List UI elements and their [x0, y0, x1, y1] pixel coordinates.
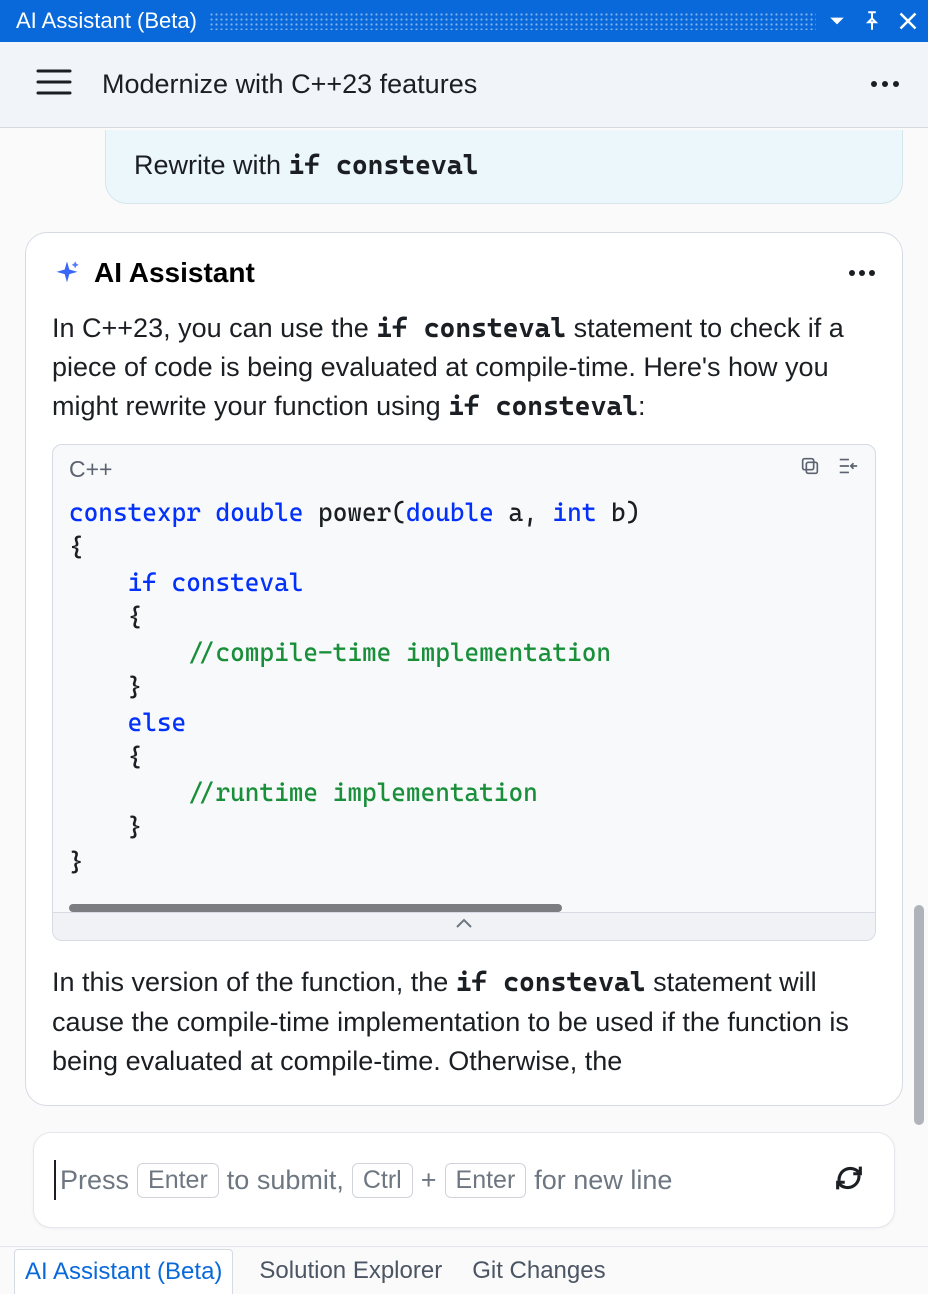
regenerate-icon[interactable] — [832, 1161, 866, 1200]
vertical-scrollbar[interactable] — [914, 905, 924, 1125]
assistant-name-label: AI Assistant — [94, 257, 836, 289]
assistant-paragraph-1: In C++23, you can use the if consteval s… — [52, 309, 876, 426]
enter-key-hint: Enter — [137, 1163, 219, 1198]
input-placeholder: Press Enter to submit, Ctrl + Enter for … — [60, 1163, 672, 1198]
assistant-paragraph-2: In this version of the function, the if … — [52, 963, 876, 1080]
window-title: AI Assistant (Beta) — [16, 8, 197, 34]
insert-code-icon[interactable] — [837, 455, 859, 483]
dropdown-icon[interactable] — [828, 12, 846, 30]
menu-icon[interactable] — [36, 67, 72, 102]
assistant-message-card: AI Assistant In C++23, you can use the i… — [25, 232, 903, 1106]
text-caret — [54, 1160, 56, 1200]
horizontal-scrollbar[interactable] — [69, 904, 562, 912]
titlebar-grip[interactable] — [209, 12, 816, 30]
conversation-title: Modernize with C++23 features — [102, 69, 840, 100]
code-language-label: C++ — [69, 456, 112, 483]
pin-icon[interactable] — [862, 11, 882, 31]
titlebar: AI Assistant (Beta) — [0, 0, 928, 42]
tab-solution-explorer[interactable]: Solution Explorer — [255, 1251, 446, 1291]
message-more-icon[interactable] — [848, 264, 876, 282]
enter-key-hint-2: Enter — [445, 1163, 527, 1198]
code-block: C++ constexpr double power(d — [52, 444, 876, 941]
tab-ai-assistant[interactable]: AI Assistant (Beta) — [14, 1249, 233, 1294]
more-icon[interactable] — [870, 76, 900, 94]
collapse-code-button[interactable] — [53, 912, 875, 940]
code-content[interactable]: constexpr double power(double a, int b) … — [53, 491, 875, 898]
tab-git-changes[interactable]: Git Changes — [468, 1251, 609, 1291]
user-message-text: Rewrite with if consteval — [134, 150, 874, 181]
close-icon[interactable] — [898, 11, 918, 31]
user-message-bubble: Rewrite with if consteval — [105, 130, 903, 204]
chat-input-bar[interactable]: Press Enter to submit, Ctrl + Enter for … — [33, 1132, 895, 1228]
copy-icon[interactable] — [799, 455, 821, 483]
bottom-tab-bar: AI Assistant (Beta) Solution Explorer Gi… — [0, 1246, 928, 1294]
toolbar: Modernize with C++23 features — [0, 42, 928, 128]
ctrl-key-hint: Ctrl — [352, 1163, 413, 1198]
sparkle-icon — [52, 258, 82, 288]
chat-content: Rewrite with if consteval AI Assistant I… — [0, 128, 928, 1214]
